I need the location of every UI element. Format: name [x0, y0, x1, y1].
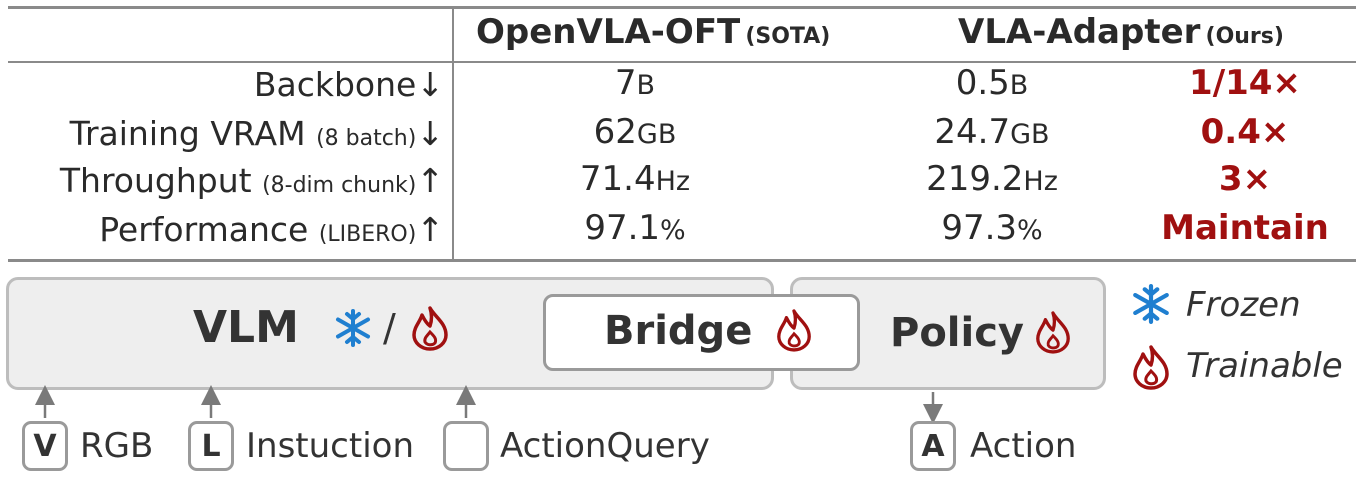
key-l: L: [188, 421, 234, 471]
key-a: A: [910, 421, 956, 471]
input-instruction-label: Instuction: [246, 426, 414, 466]
output-action-label: Action: [970, 426, 1077, 466]
input-actionquery-label: ActionQuery: [500, 426, 710, 466]
input-rgb-label: RGB: [80, 426, 154, 466]
key-actionquery: [443, 421, 489, 471]
input-arrows: [35, 385, 943, 424]
key-v: V: [22, 421, 68, 471]
